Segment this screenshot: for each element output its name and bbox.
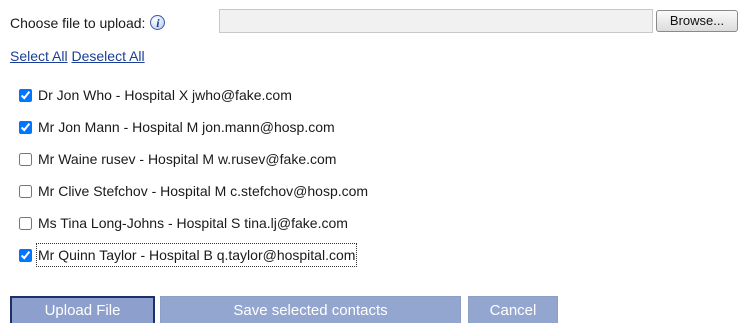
selection-links: Select All Deselect All — [10, 46, 145, 66]
deselect-all-link[interactable]: Deselect All — [71, 48, 144, 64]
browse-button[interactable]: Browse... — [656, 10, 738, 32]
contact-checkbox[interactable] — [19, 88, 32, 102]
upload-file-button[interactable]: Upload File — [10, 296, 155, 323]
file-path-field[interactable] — [219, 9, 653, 33]
contact-list: Dr Jon Who - Hospital X jwho@fake.com Mr… — [18, 79, 368, 271]
contact-item: Ms Tina Long-Johns - Hospital S tina.lj@… — [18, 207, 368, 239]
contact-label[interactable]: Ms Tina Long-Johns - Hospital S tina.lj@… — [38, 213, 348, 233]
contact-item: Mr Waine rusev - Hospital M w.rusev@fake… — [18, 143, 368, 175]
contact-checkbox[interactable] — [19, 248, 32, 262]
save-selected-contacts-button[interactable]: Save selected contacts — [160, 296, 461, 323]
contact-item: Mr Jon Mann - Hospital M jon.mann@hosp.c… — [18, 111, 368, 143]
contact-label[interactable]: Mr Quinn Taylor - Hospital B q.taylor@ho… — [35, 243, 358, 267]
contact-item: Mr Clive Stefchov - Hospital M c.stefcho… — [18, 175, 368, 207]
contact-item: Mr Quinn Taylor - Hospital B q.taylor@ho… — [18, 239, 368, 271]
contact-checkbox[interactable] — [19, 152, 32, 166]
file-upload-label: Choose file to upload: — [10, 15, 146, 31]
select-all-link[interactable]: Select All — [10, 48, 68, 64]
upload-contacts-form: Choose file to upload: i Browse... Selec… — [0, 0, 747, 323]
contact-item: Dr Jon Who - Hospital X jwho@fake.com — [18, 79, 368, 111]
cancel-button[interactable]: Cancel — [468, 296, 558, 323]
contact-checkbox[interactable] — [19, 184, 32, 198]
contact-checkbox[interactable] — [19, 120, 32, 134]
file-upload-row: Choose file to upload: i — [10, 11, 166, 35]
contact-label[interactable]: Mr Waine rusev - Hospital M w.rusev@fake… — [38, 149, 336, 169]
contact-label[interactable]: Dr Jon Who - Hospital X jwho@fake.com — [38, 85, 292, 105]
info-icon[interactable]: i — [150, 14, 166, 30]
contact-label[interactable]: Mr Clive Stefchov - Hospital M c.stefcho… — [38, 181, 368, 201]
contact-label[interactable]: Mr Jon Mann - Hospital M jon.mann@hosp.c… — [38, 117, 335, 137]
contact-checkbox[interactable] — [19, 216, 32, 230]
